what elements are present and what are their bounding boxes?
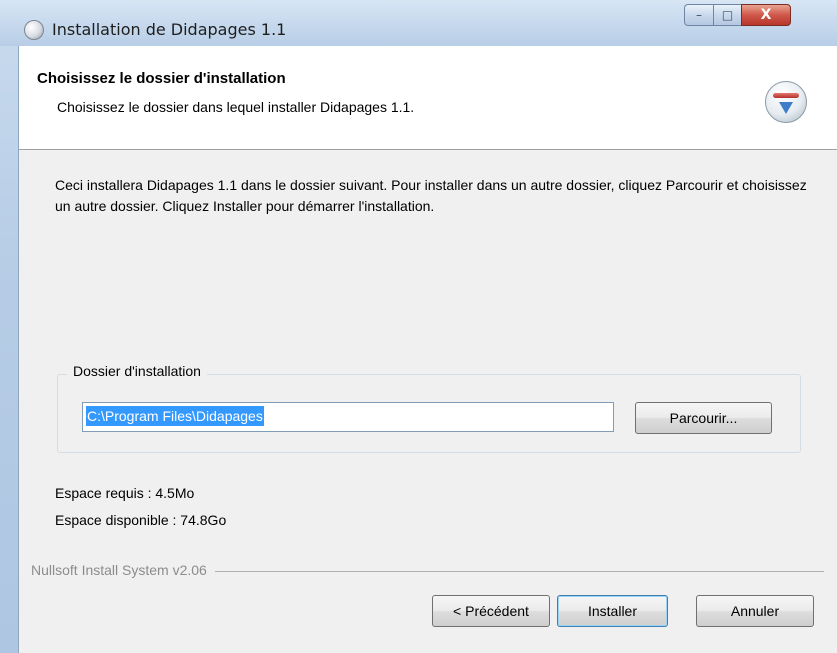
caption-buttons: – □ X	[684, 4, 791, 26]
space-available-text: Espace disponible : 74.8Go	[55, 512, 227, 528]
page-title: Choisissez le dossier d'installation	[37, 70, 286, 87]
logo-band	[773, 93, 799, 98]
install-folder-label: Dossier d'installation	[67, 363, 207, 379]
install-path-value: C:\Program Files\Didapages	[86, 406, 264, 426]
window-title: Installation de Didapages 1.1	[52, 20, 287, 39]
minimize-button[interactable]: –	[684, 4, 713, 26]
browse-button[interactable]: Parcourir...	[635, 402, 772, 434]
back-button[interactable]: < Précédent	[432, 595, 550, 627]
close-button[interactable]: X	[741, 4, 791, 26]
instructions-text: Ceci installera Didapages 1.1 dans le do…	[55, 177, 807, 214]
installer-logo-icon	[765, 81, 807, 123]
install-button[interactable]: Installer	[557, 595, 668, 627]
space-required-text: Espace requis : 4.5Mo	[55, 485, 195, 501]
installer-app-icon	[24, 20, 44, 40]
download-arrow-icon	[779, 102, 793, 114]
nsis-branding: Nullsoft Install System v2.06	[31, 562, 215, 578]
cancel-button[interactable]: Annuler	[696, 595, 814, 627]
installer-window: Installation de Didapages 1.1 – □ X Choi…	[0, 0, 837, 653]
maximize-button[interactable]: □	[713, 4, 741, 26]
install-path-input[interactable]: C:\Program Files\Didapages	[82, 402, 614, 432]
page-subtitle: Choisissez le dossier dans lequel instal…	[57, 99, 415, 115]
dialog-client-area: Choisissez le dossier d'installation Cho…	[18, 46, 837, 653]
title-bar[interactable]: Installation de Didapages 1.1 – □ X	[0, 0, 837, 46]
page-header: Choisissez le dossier d'installation Cho…	[19, 46, 837, 150]
